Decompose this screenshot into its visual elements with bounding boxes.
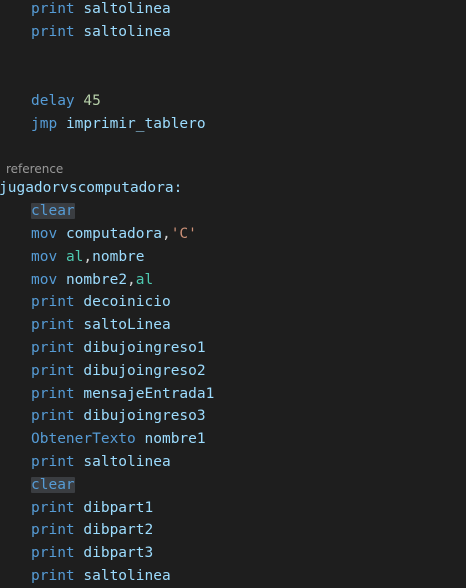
instruction: print bbox=[31, 24, 75, 40]
comma: , bbox=[83, 249, 93, 265]
code-line[interactable]: print dibpart2 bbox=[31, 519, 153, 541]
instruction: print bbox=[31, 500, 75, 516]
instruction: print bbox=[31, 317, 75, 333]
operand: saltoLinea bbox=[83, 317, 171, 333]
code-line[interactable]: mov computadora,'C' bbox=[31, 223, 197, 245]
operand: computadora bbox=[65, 226, 162, 242]
operand: dibujoingreso3 bbox=[83, 408, 206, 424]
operand: saltolinea bbox=[83, 24, 171, 40]
comma: , bbox=[161, 226, 171, 242]
instruction: print bbox=[31, 568, 75, 584]
code-line[interactable]: jmp imprimir_tablero bbox=[31, 113, 206, 135]
instruction: mov bbox=[31, 249, 58, 265]
register: al bbox=[135, 272, 154, 288]
code-line[interactable]: print saltolinea bbox=[31, 0, 171, 20]
instruction: mov bbox=[31, 272, 58, 288]
code-line[interactable]: ObtenerTexto nombre1 bbox=[31, 428, 206, 450]
code-line[interactable]: mov nombre2,al bbox=[31, 269, 153, 291]
code-line[interactable]: print dibujoingreso3 bbox=[31, 405, 206, 427]
operand: decoinicio bbox=[83, 294, 171, 310]
comma: , bbox=[127, 272, 136, 288]
instruction: clear bbox=[31, 477, 75, 493]
label: jugadorvscomputadora: bbox=[0, 180, 183, 196]
instruction: print bbox=[31, 522, 75, 538]
register: al bbox=[65, 249, 84, 265]
instruction: print bbox=[31, 408, 75, 424]
instruction: print bbox=[31, 386, 75, 402]
operand: nombre1 bbox=[144, 431, 206, 447]
operand: dibpart1 bbox=[83, 500, 154, 516]
operand: dibujoingreso2 bbox=[83, 363, 206, 379]
code-line[interactable]: clear bbox=[31, 474, 75, 496]
operand: saltolinea bbox=[83, 568, 171, 584]
instruction: print bbox=[31, 294, 75, 310]
code-line[interactable]: mov al,nombre bbox=[31, 246, 145, 268]
codelens-references[interactable]: reference bbox=[6, 161, 63, 177]
code-line[interactable]: print dibujoingreso2 bbox=[31, 360, 206, 382]
code-line[interactable]: print saltolinea bbox=[31, 21, 171, 43]
code-line[interactable]: print saltoLinea bbox=[31, 314, 171, 336]
code-line[interactable]: jugadorvscomputadora: bbox=[0, 177, 182, 199]
operand: imprimir_tablero bbox=[65, 116, 206, 132]
code-line[interactable]: print saltolinea bbox=[31, 451, 171, 473]
operand: saltolinea bbox=[83, 454, 171, 470]
code-line[interactable]: print decoinicio bbox=[31, 291, 171, 313]
code-line[interactable]: print dibpart3 bbox=[31, 542, 153, 564]
instruction: print bbox=[31, 454, 75, 470]
code-line[interactable]: delay 45 bbox=[31, 90, 101, 112]
code-line[interactable]: print dibujoingreso1 bbox=[31, 337, 206, 359]
code-editor[interactable]: print saltolinea print saltolinea delay … bbox=[0, 0, 466, 588]
operand: nombre2 bbox=[65, 272, 128, 288]
operand: dibpart2 bbox=[83, 522, 154, 538]
code-line[interactable]: clear bbox=[31, 200, 75, 222]
code-line[interactable]: print saltolinea bbox=[31, 565, 171, 587]
operand: mensajeEntrada1 bbox=[83, 386, 215, 402]
string-literal: 'C' bbox=[170, 226, 197, 242]
operand: nombre bbox=[92, 249, 145, 265]
instruction: mov bbox=[31, 226, 58, 242]
instruction: delay bbox=[31, 93, 75, 109]
operand: dibujoingreso1 bbox=[83, 340, 206, 356]
operand: saltolinea bbox=[83, 1, 171, 17]
instruction: clear bbox=[31, 203, 75, 219]
macro-call: ObtenerTexto bbox=[31, 431, 136, 447]
instruction: print bbox=[31, 1, 75, 17]
operand: dibpart3 bbox=[83, 545, 154, 561]
instruction: print bbox=[31, 545, 75, 561]
instruction: print bbox=[31, 340, 75, 356]
number-literal: 45 bbox=[83, 93, 101, 109]
code-line[interactable]: print mensajeEntrada1 bbox=[31, 383, 214, 405]
code-line[interactable]: print dibpart1 bbox=[31, 497, 153, 519]
instruction: print bbox=[31, 363, 75, 379]
instruction: jmp bbox=[31, 116, 58, 132]
